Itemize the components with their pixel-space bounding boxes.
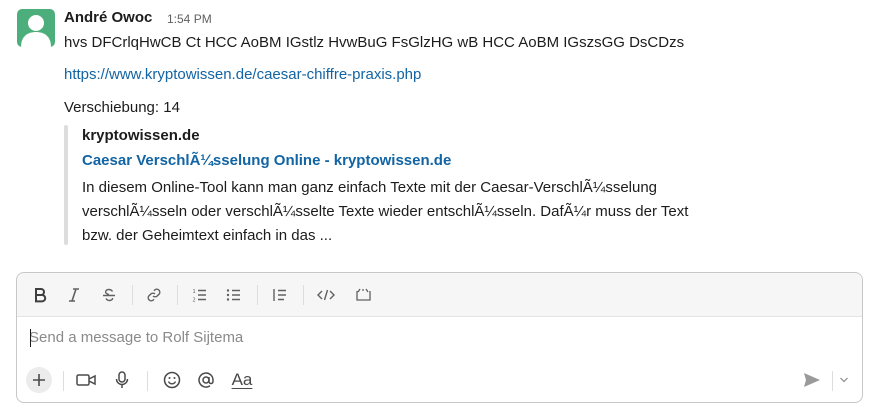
code-icon (317, 289, 335, 301)
italic-icon (69, 288, 79, 302)
link-button[interactable] (141, 283, 167, 307)
audio-clip-button[interactable] (109, 367, 135, 393)
preview-site-name: kryptowissen.de (82, 127, 200, 144)
emoji-button[interactable] (159, 367, 185, 393)
toolbar-divider (257, 285, 258, 305)
attach-button[interactable] (26, 367, 52, 393)
message: André Owoc 1:54 PM hvs DFCrlqHwCB Ct HCC… (0, 0, 882, 262)
message-shift-text: Verschiebung: 14 (64, 99, 180, 116)
message-text: hvs DFCrlqHwCB Ct HCC AoBM IGstlz HvwBuG… (64, 34, 685, 51)
blockquote-icon (273, 289, 286, 301)
microphone-icon (115, 371, 129, 388)
code-block-icon (356, 288, 371, 301)
video-camera-icon (76, 374, 96, 386)
message-link[interactable]: https://www.kryptowissen.de/caesar-chiff… (64, 66, 421, 83)
preview-bar (64, 125, 68, 245)
toolbar-divider (832, 371, 833, 391)
toolbar-divider (63, 371, 64, 391)
send-button[interactable] (799, 367, 825, 393)
bulleted-list-button[interactable] (221, 283, 247, 307)
plus-icon (33, 374, 45, 386)
code-button[interactable] (313, 283, 339, 307)
send-icon (804, 373, 820, 387)
text-caret (30, 329, 31, 347)
schedule-send-dropdown[interactable] (835, 367, 853, 393)
chevron-down-icon (840, 377, 848, 383)
bold-button[interactable] (27, 283, 53, 307)
svg-text:1: 1 (193, 289, 196, 295)
toolbar-divider (147, 371, 148, 391)
smile-icon (163, 371, 181, 389)
formatting-toolbar: 12 (17, 273, 862, 317)
code-block-button[interactable] (350, 283, 376, 307)
toolbar-divider (132, 285, 133, 305)
message-timestamp[interactable]: 1:54 PM (167, 12, 212, 26)
bulleted-list-icon (226, 289, 240, 301)
bold-icon (35, 288, 47, 303)
user-icon (21, 15, 51, 47)
preview-title-link[interactable]: Caesar VerschlÃ¼sselung Online - kryptow… (82, 152, 451, 169)
mention-button[interactable] (193, 367, 219, 393)
italic-button[interactable] (61, 283, 87, 307)
svg-text:2: 2 (193, 298, 196, 304)
strikethrough-button[interactable] (96, 283, 122, 307)
message-input[interactable] (29, 327, 829, 347)
blockquote-button[interactable] (267, 283, 293, 307)
at-sign-icon (198, 372, 214, 388)
formatting-toggle-button[interactable]: Aa (227, 367, 257, 393)
strikethrough-icon (103, 288, 115, 302)
link-icon (147, 288, 161, 302)
message-composer: 12 Aa (16, 272, 863, 403)
link-preview: kryptowissen.de Caesar VerschlÃ¼sselung … (64, 125, 764, 245)
ordered-list-button[interactable]: 12 (187, 283, 213, 307)
toolbar-divider (177, 285, 178, 305)
avatar[interactable] (17, 9, 55, 47)
preview-description: In diesem Online-Tool kann man ganz einf… (82, 179, 689, 244)
ordered-list-icon: 12 (193, 289, 206, 304)
toolbar-divider (303, 285, 304, 305)
sender-name[interactable]: André Owoc (64, 9, 152, 26)
video-clip-button[interactable] (73, 367, 99, 393)
